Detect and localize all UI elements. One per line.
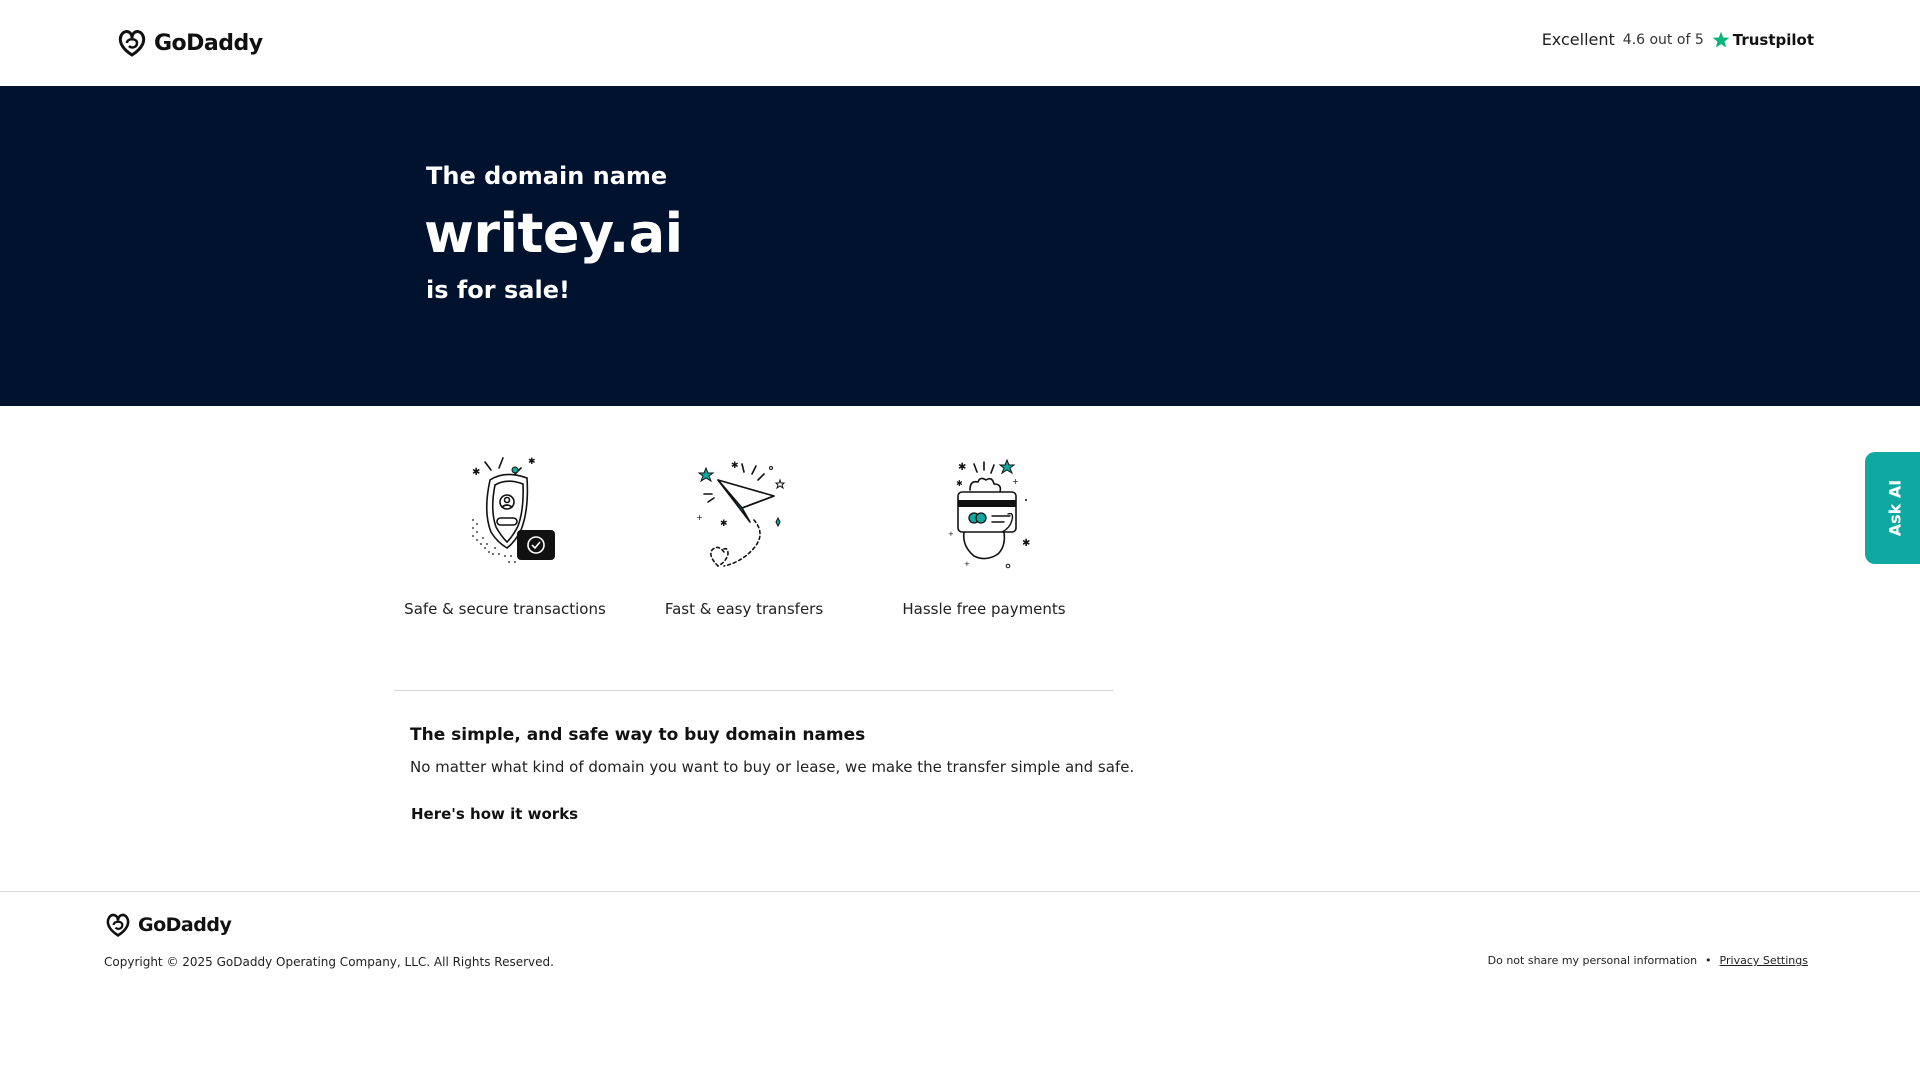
do-not-share-link[interactable]: Do not share my personal information <box>1488 954 1697 967</box>
hand-credit-card-icon: ✱ ✱ ✱ + + + <box>948 458 1030 569</box>
godaddy-logo-text: GoDaddy <box>154 30 263 56</box>
svg-text:+: + <box>1012 477 1019 486</box>
shield-user-check-icon: ✱ ✱ <box>472 457 555 563</box>
site-footer: GoDaddy Copyright © 2025 GoDaddy Operati… <box>0 891 1920 1081</box>
godaddy-logo[interactable]: GoDaddy <box>116 28 263 58</box>
trustpilot-star-icon <box>1712 31 1729 47</box>
svg-text:✱: ✱ <box>958 462 966 473</box>
feature-fast-transfers: ✱ ✱ + Fast & easy transfers <box>624 450 864 618</box>
hero-banner: The domain name writey.ai is for sale! <box>0 86 1920 406</box>
footer-logo-text: GoDaddy <box>138 914 232 936</box>
footer-separator: • <box>1705 954 1712 967</box>
svg-text:✱: ✱ <box>731 461 739 471</box>
godaddy-logo-icon <box>106 913 130 937</box>
godaddy-logo-icon <box>118 29 146 57</box>
feature-label-fast: Fast & easy transfers <box>664 600 824 618</box>
feature-label-safe: Safe & secure transactions <box>404 600 606 618</box>
site-header: GoDaddy Excellent 4.6 out of 5 Trustpilo… <box>0 0 1920 86</box>
privacy-settings-link[interactable]: Privacy Settings <box>1720 954 1808 967</box>
hero-for-sale: is for sale! <box>426 276 570 304</box>
ask-ai-button[interactable]: Ask AI <box>1865 452 1920 564</box>
info-description: No matter what kind of domain you want t… <box>410 758 1135 776</box>
domain-name-title: writey.ai <box>424 202 683 265</box>
how-it-works-link[interactable]: Here's how it works <box>411 805 578 823</box>
feature-safe-secure: ✱ ✱ Safe & secure transactions <box>385 450 625 618</box>
svg-text:✱: ✱ <box>528 457 536 467</box>
svg-text:+: + <box>964 560 970 568</box>
paper-plane-icon: ✱ ✱ + <box>696 461 786 567</box>
info-heading: The simple, and safe way to buy domain n… <box>410 725 866 745</box>
svg-text:✱: ✱ <box>472 467 480 478</box>
svg-text:✱: ✱ <box>956 479 963 488</box>
footer-links: Do not share my personal information • P… <box>1488 954 1808 967</box>
trustpilot-rating[interactable]: Excellent 4.6 out of 5 Trustpilot <box>1542 30 1814 49</box>
trustpilot-score: 4.6 out of 5 <box>1622 31 1704 48</box>
copyright-text: Copyright © 2025 GoDaddy Operating Compa… <box>104 955 554 969</box>
trustpilot-brand: Trustpilot <box>1712 31 1814 49</box>
feature-hassle-free: ✱ ✱ ✱ + + + Hassle free payments <box>864 450 1104 618</box>
hero-intro: The domain name <box>426 162 668 190</box>
footer-godaddy-logo[interactable]: GoDaddy <box>104 912 232 938</box>
trustpilot-brand-text: Trustpilot <box>1732 30 1814 49</box>
svg-text:+: + <box>696 513 703 522</box>
svg-text:✱: ✱ <box>720 519 728 529</box>
svg-text:✱: ✱ <box>1022 538 1030 549</box>
section-divider <box>394 690 1114 691</box>
feature-label-hassle: Hassle free payments <box>902 600 1066 618</box>
ask-ai-label: Ask AI <box>1885 479 1905 537</box>
trustpilot-label: Excellent <box>1541 30 1615 49</box>
svg-text:+: + <box>948 530 954 538</box>
